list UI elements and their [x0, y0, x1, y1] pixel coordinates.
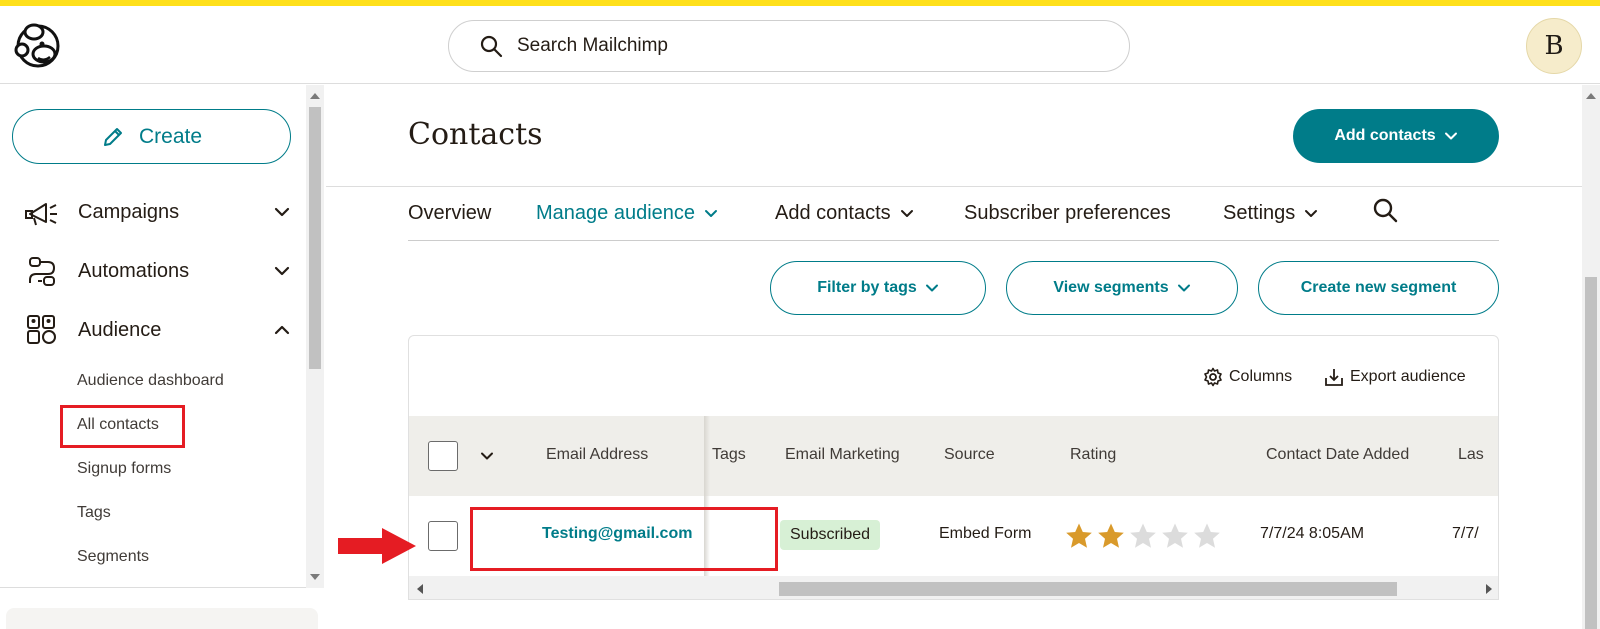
rating-stars[interactable] [1065, 522, 1225, 550]
column-header-contact-date-added[interactable]: Contact Date Added [1266, 446, 1409, 464]
sidebar: Create Campaigns Automations Audience Au… [0, 85, 318, 629]
chevron-down-icon [274, 207, 290, 217]
tab-overview[interactable]: Overview [408, 199, 491, 227]
add-contacts-label: Add contacts [1334, 127, 1436, 144]
sidebar-item-tags[interactable]: Tags [77, 502, 111, 524]
chevron-down-icon [925, 284, 938, 292]
column-header-rating[interactable]: Rating [1070, 446, 1116, 464]
sidebar-item-audience[interactable]: Audience [24, 310, 292, 350]
sidebar-divider [0, 587, 306, 588]
top-bar: Search Mailchimp B [0, 6, 1600, 84]
user-avatar[interactable]: B [1526, 18, 1582, 74]
page-title: Contacts [408, 117, 543, 152]
export-audience-button[interactable]: Export audience [1324, 366, 1466, 388]
view-segments-button[interactable]: View segments [1006, 261, 1238, 315]
table-horizontal-scrollbar[interactable] [409, 576, 1498, 599]
status-badge: Subscribed [780, 520, 881, 550]
sidebar-item-campaigns[interactable]: Campaigns [24, 192, 292, 232]
chevron-up-icon [274, 325, 290, 335]
tab-manage-audience[interactable]: Manage audience [536, 199, 719, 227]
audience-tabs: Overview Manage audience Add contacts Su… [408, 187, 1499, 241]
create-button[interactable]: Create [12, 109, 291, 164]
sidebar-scroll-thumb[interactable] [309, 107, 321, 369]
download-icon [1325, 369, 1343, 386]
chevron-down-icon[interactable] [479, 448, 495, 464]
export-audience-label: Export audience [1350, 368, 1466, 385]
star-filled-icon[interactable] [1097, 522, 1125, 550]
horizontal-scroll-thumb[interactable] [779, 582, 1397, 596]
contact-last-value: 7/7/ [1452, 525, 1479, 542]
chevron-down-icon [1305, 210, 1318, 217]
audience-icon [24, 314, 60, 346]
tab-subscriber-preferences[interactable]: Subscriber preferences [964, 199, 1171, 227]
all-contacts-highlight [60, 405, 185, 448]
column-header-email-marketing[interactable]: Email Marketing [785, 446, 900, 464]
pencil-icon [103, 127, 122, 146]
tab-label: Manage audience [536, 201, 696, 224]
chevron-down-icon [274, 266, 290, 276]
view-segments-label: View segments [1053, 279, 1169, 296]
search-bar[interactable]: Search Mailchimp [448, 20, 1130, 72]
gear-icon [1204, 367, 1222, 387]
page-header: Contacts Add contacts [326, 85, 1582, 187]
contact-date-added: 7/7/24 8:05AM [1260, 525, 1365, 542]
mailchimp-logo-icon[interactable] [12, 20, 62, 70]
scroll-up-arrow-icon[interactable] [1586, 93, 1596, 99]
sidebar-bottom-panel [6, 608, 318, 629]
tab-label: Overview [408, 201, 492, 224]
columns-button[interactable]: Columns [1203, 366, 1292, 388]
create-new-segment-button[interactable]: Create new segment [1258, 261, 1499, 315]
scroll-right-arrow-icon[interactable] [1486, 584, 1492, 594]
main-scrollbar[interactable] [1582, 85, 1600, 629]
filter-by-tags-label: Filter by tags [817, 279, 917, 296]
scroll-up-arrow-icon[interactable] [310, 93, 320, 99]
sidebar-scrollbar[interactable] [306, 85, 324, 588]
columns-label: Columns [1229, 368, 1293, 385]
create-label: Create [138, 124, 203, 148]
table-header: Email Address Tags Email Marketing Sourc… [409, 416, 1498, 496]
search-placeholder: Search Mailchimp [517, 35, 668, 56]
tab-label: Add contacts [775, 201, 891, 224]
search-icon [480, 35, 503, 58]
star-empty-icon[interactable] [1161, 522, 1189, 550]
create-new-segment-label: Create new segment [1300, 279, 1457, 296]
red-pointer-arrow-icon [338, 528, 416, 564]
sidebar-item-label: Automations [78, 259, 190, 282]
scroll-down-arrow-icon[interactable] [310, 574, 320, 580]
contact-source: Embed Form [939, 525, 1032, 542]
sidebar-item-audience-dashboard[interactable]: Audience dashboard [77, 370, 224, 392]
column-header-source[interactable]: Source [944, 446, 995, 464]
tab-label: Subscriber preferences [964, 201, 1171, 224]
row-checkbox[interactable] [428, 521, 458, 551]
chevron-down-icon [705, 210, 718, 217]
sidebar-item-label: Audience [78, 318, 162, 341]
star-empty-icon[interactable] [1129, 522, 1157, 550]
megaphone-icon [24, 196, 60, 228]
add-contacts-button[interactable]: Add contacts [1293, 109, 1499, 163]
tab-add-contacts[interactable]: Add contacts [775, 199, 915, 227]
column-header-email[interactable]: Email Address [546, 446, 648, 464]
chevron-down-icon [1177, 284, 1190, 292]
filter-by-tags-button[interactable]: Filter by tags [770, 261, 986, 315]
column-header-tags[interactable]: Tags [712, 446, 746, 464]
search-icon[interactable] [1372, 197, 1398, 223]
main-scroll-thumb[interactable] [1585, 277, 1597, 629]
chevron-down-icon [900, 210, 913, 217]
star-filled-icon[interactable] [1065, 522, 1093, 550]
sidebar-item-label: Campaigns [78, 200, 180, 223]
automation-flow-icon [24, 255, 60, 287]
column-header-last[interactable]: Las [1458, 446, 1484, 464]
tab-settings[interactable]: Settings [1223, 199, 1319, 227]
tab-label: Settings [1223, 201, 1296, 224]
star-empty-icon[interactable] [1193, 522, 1221, 550]
scroll-left-arrow-icon[interactable] [417, 584, 423, 594]
select-all-checkbox[interactable] [428, 441, 458, 471]
sidebar-item-automations[interactable]: Automations [24, 251, 292, 291]
sidebar-item-signup-forms[interactable]: Signup forms [77, 458, 171, 480]
sidebar-item-segments[interactable]: Segments [77, 546, 149, 568]
chevron-down-icon [1444, 132, 1457, 140]
email-highlight [470, 507, 778, 571]
